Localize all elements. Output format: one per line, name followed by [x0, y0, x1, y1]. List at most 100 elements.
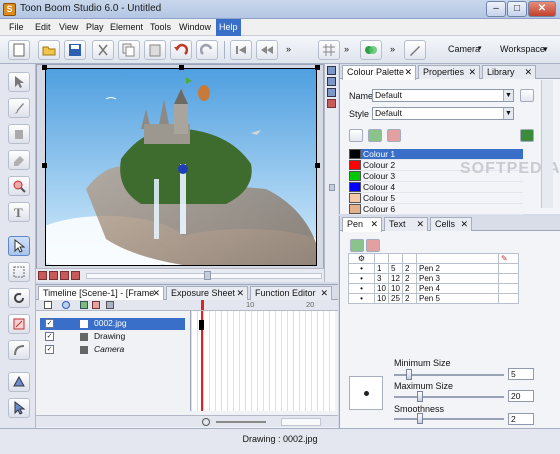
- onion-skin-button[interactable]: [360, 40, 382, 60]
- workspace-menu[interactable]: Workspace: [500, 44, 545, 54]
- pen-row[interactable]: • 10 25 2 Pen 5: [348, 293, 519, 304]
- menu-play[interactable]: Play: [83, 19, 107, 36]
- first-frame-button[interactable]: [230, 40, 252, 60]
- colour-swatch-row[interactable]: Colour 5: [349, 193, 523, 204]
- close-tab-icon[interactable]: ✕: [404, 66, 412, 79]
- tab-cells[interactable]: Cells ✕: [430, 217, 472, 231]
- skew-tool[interactable]: [8, 340, 30, 360]
- max-size-slider-thumb[interactable]: [417, 391, 423, 402]
- cut-button[interactable]: [92, 40, 114, 60]
- add-pen-button[interactable]: [350, 239, 364, 252]
- open-button[interactable]: [38, 40, 60, 60]
- select-tool[interactable]: [8, 72, 30, 92]
- close-tab-icon[interactable]: ✕: [416, 218, 424, 231]
- view-hscroll-thumb[interactable]: [204, 271, 211, 280]
- palette-style-dropdown[interactable]: Default ▼: [372, 107, 514, 120]
- close-button[interactable]: ✕: [528, 1, 556, 17]
- workspace-dropdown-icon[interactable]: ▾: [543, 44, 548, 55]
- remove-pen-button[interactable]: [366, 239, 380, 252]
- motion-tool[interactable]: [8, 398, 30, 418]
- remove-colour-button[interactable]: [387, 129, 401, 142]
- playhead-marker[interactable]: [201, 300, 204, 310]
- timeline-layer-row[interactable]: ✓ 0002.jpg: [40, 318, 185, 330]
- camera-mask-icon[interactable]: [49, 271, 58, 280]
- menu-edit[interactable]: Edit: [32, 19, 54, 36]
- close-tab-icon[interactable]: ✕: [320, 287, 328, 300]
- add-layer-icon[interactable]: [80, 301, 88, 309]
- pen-row[interactable]: • 1 5 2 Pen 2: [348, 263, 519, 274]
- layer-visibility-checkbox[interactable]: ✓: [45, 345, 54, 354]
- timeline-zoom-slider[interactable]: [216, 421, 266, 423]
- paste-button[interactable]: [144, 40, 166, 60]
- tab-library[interactable]: Library ✕: [482, 65, 536, 79]
- smoothness-field[interactable]: 2: [508, 413, 534, 425]
- brush-tool[interactable]: [8, 98, 30, 118]
- grid-toggle-icon[interactable]: [71, 271, 80, 280]
- smoothness-slider-thumb[interactable]: [417, 413, 423, 424]
- colour-picker-button[interactable]: [349, 129, 363, 142]
- toolbar-overflow[interactable]: »: [286, 44, 291, 54]
- add-colour-button[interactable]: [368, 129, 382, 142]
- zoom-tool[interactable]: [8, 176, 30, 196]
- view-tool-icon-4[interactable]: [327, 99, 336, 108]
- contour-editor-tool[interactable]: [8, 236, 30, 256]
- handle-right[interactable]: [315, 163, 320, 168]
- close-tab-icon[interactable]: ✕: [460, 218, 468, 231]
- menu-view[interactable]: View: [56, 19, 81, 36]
- view-vscroll-thumb[interactable]: [329, 184, 335, 191]
- timeline-hscroll[interactable]: [281, 418, 321, 426]
- close-tab-icon[interactable]: ✕: [468, 66, 476, 79]
- view-tool-icon-3[interactable]: [327, 88, 336, 97]
- new-button[interactable]: [8, 40, 30, 60]
- menu-tools[interactable]: Tools: [147, 19, 174, 36]
- eraser-tool[interactable]: [8, 150, 30, 170]
- rotate-tool[interactable]: [8, 288, 30, 308]
- pen-row[interactable]: • 10 10 2 Pen 4: [348, 283, 519, 294]
- close-tab-icon[interactable]: ✕: [524, 66, 532, 79]
- paint-tool[interactable]: [8, 124, 30, 144]
- min-size-field[interactable]: 5: [508, 368, 534, 380]
- tab-colour-palette[interactable]: Colour Palette ✕: [342, 65, 416, 80]
- pen-settings-button[interactable]: [404, 40, 426, 60]
- close-tab-icon[interactable]: ✕: [152, 287, 160, 300]
- timeline-option-icon-2[interactable]: [62, 301, 70, 309]
- menu-element[interactable]: Element: [107, 19, 146, 36]
- smoothness-slider[interactable]: [394, 418, 504, 420]
- toolbar-overflow-2[interactable]: »: [344, 44, 349, 54]
- tab-timeline[interactable]: Timeline [Scene-1] - [Frame 1]✕: [38, 286, 164, 311]
- scale-tool[interactable]: [8, 314, 30, 334]
- layer-visibility-checkbox[interactable]: ✓: [45, 319, 54, 328]
- remove-layer-icon[interactable]: [92, 301, 100, 309]
- view-mode-icon[interactable]: [38, 271, 47, 280]
- timeline-layer-row[interactable]: ✓ Camera: [40, 344, 185, 356]
- max-size-field[interactable]: 20: [508, 390, 534, 402]
- timeline-layer-row[interactable]: ✓ Drawing: [40, 331, 185, 343]
- palette-name-dropdown[interactable]: Default ▼: [372, 89, 514, 102]
- close-tab-icon[interactable]: ✕: [370, 218, 378, 231]
- palette-options-button[interactable]: [520, 129, 534, 142]
- transform-tool[interactable]: [8, 262, 30, 282]
- undo-button[interactable]: [170, 40, 192, 60]
- tab-pen[interactable]: Pen ✕: [342, 217, 382, 232]
- max-size-slider[interactable]: [394, 396, 504, 398]
- frame-grid[interactable]: [190, 311, 335, 411]
- grid-button[interactable]: [318, 40, 340, 60]
- save-button[interactable]: [64, 40, 86, 60]
- handle-top[interactable]: [179, 65, 184, 70]
- view-tool-icon-1[interactable]: [327, 66, 336, 75]
- minimize-button[interactable]: –: [486, 1, 506, 17]
- scene-image[interactable]: [45, 68, 317, 266]
- menu-window[interactable]: Window: [176, 19, 214, 36]
- handle-top-right[interactable]: [315, 65, 320, 70]
- maximize-button[interactable]: □: [507, 1, 527, 17]
- camera-dropdown-icon[interactable]: ▾: [478, 44, 482, 52]
- handle-top-left[interactable]: [42, 65, 47, 70]
- safe-area-icon[interactable]: [60, 271, 69, 280]
- rewind-button[interactable]: [256, 40, 278, 60]
- tab-properties[interactable]: Properties ✕: [418, 65, 480, 79]
- colour-swatch-row[interactable]: Colour 4: [349, 182, 523, 193]
- layer-props-icon[interactable]: [106, 301, 114, 309]
- close-tab-icon[interactable]: ✕: [236, 287, 244, 300]
- redo-button[interactable]: [196, 40, 218, 60]
- zoom-icon[interactable]: [202, 418, 210, 426]
